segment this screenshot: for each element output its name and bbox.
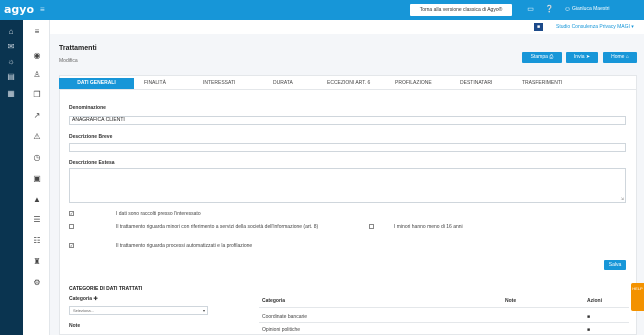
table-row-categoria: Opinioni politiche <box>262 327 301 333</box>
checkbox-minori-label: Il trattamento riguarda minori con rifer… <box>116 224 319 230</box>
denominazione-label: Denominazione <box>69 105 106 111</box>
categorie-section-title: CATEGORIE DI DATI TRATTATI <box>69 286 143 292</box>
help-tab[interactable]: HELP <box>631 283 644 311</box>
delete-icon[interactable]: ■ <box>587 314 590 320</box>
tab-bar: DATI GENERALI FINALITÀ INTERESSATI DURAT… <box>59 78 637 89</box>
checkbox-raccolti[interactable]: ✓ <box>69 211 74 216</box>
clock-icon[interactable]: ◷ <box>31 153 43 163</box>
top-bar: agyo ≡ Torna alla versione classica di A… <box>0 0 644 20</box>
apps-icon[interactable]: ▦ <box>5 89 17 99</box>
user-icon[interactable]: ☺ <box>563 5 572 14</box>
content-card <box>59 75 637 335</box>
tab-divider <box>59 89 637 90</box>
home-button[interactable]: Home ⌂ <box>603 52 637 63</box>
categoria-label-text: Categoria <box>69 296 93 302</box>
calendar-icon[interactable]: ▣ <box>31 174 43 184</box>
table-header-divider <box>259 307 629 308</box>
send-icon: ➤ <box>585 54 591 60</box>
checkbox-profilazione[interactable]: ✓ <box>69 243 74 248</box>
tab-trasferimenti[interactable]: TRASFERIMENTI <box>522 78 562 89</box>
person-icon[interactable]: ♙ <box>31 70 43 80</box>
stampa-label: Stampa <box>530 54 548 60</box>
table-header-note: Note <box>505 298 517 304</box>
studio-bar <box>50 20 644 34</box>
report-icon[interactable]: ☷ <box>31 236 43 246</box>
descrizione-estesa-label: Descrizione Estesa <box>69 160 115 166</box>
graduation-icon[interactable]: ♜ <box>31 257 43 267</box>
table-row-divider <box>259 322 629 323</box>
invia-button[interactable]: Invia ➤ <box>566 52 598 63</box>
secondary-sidebar: ≡ ◉ ♙ ❐ ↗ ⚠ ◷ ▣ ▲ ☰ ☷ ♜ ⚙ <box>23 20 50 335</box>
descrizione-estesa-textarea[interactable]: ⇲ <box>69 168 626 203</box>
page-subtitle: Modifica <box>59 58 78 64</box>
table-header-azioni: Azioni <box>587 298 602 304</box>
help-tab-label: HELP <box>632 286 643 291</box>
invoice-icon[interactable]: ▤ <box>5 72 17 82</box>
studio-building-button[interactable]: ■ <box>534 23 543 31</box>
invia-label: Invia <box>573 54 585 60</box>
main-sidebar: ⌂ ✉ ☼ ▤ ▦ <box>0 20 23 335</box>
categoria-label: Categoria ✚ <box>69 296 98 302</box>
categoria-select-value: Seleziona... <box>73 308 94 313</box>
denominazione-input[interactable]: ANAGRAFICA CLIENTI <box>69 116 626 125</box>
tab-destinatari[interactable]: DESTINATARI <box>460 78 492 89</box>
share-icon[interactable]: ↗ <box>31 111 43 121</box>
page-title: Trattamenti <box>59 45 97 52</box>
help-icon[interactable]: ❔ <box>545 5 554 14</box>
tab-interessati[interactable]: INTERESSATI <box>203 78 235 89</box>
descrizione-breve-label: Descrizione Breve <box>69 134 113 140</box>
tab-eccezioni[interactable]: ECCEZIONI ART. 6 <box>327 78 370 89</box>
save-button[interactable]: Salva <box>604 260 626 270</box>
announce-icon[interactable]: ▲ <box>31 195 43 205</box>
home-button-icon: ⌂ <box>625 54 629 60</box>
resize-handle-icon[interactable]: ⇲ <box>621 196 624 201</box>
home-icon[interactable]: ⌂ <box>5 27 17 37</box>
checkbox-sedici-anni[interactable] <box>369 224 374 229</box>
descrizione-breve-input[interactable] <box>69 143 626 152</box>
checkbox-minori[interactable] <box>69 224 74 229</box>
user-name[interactable]: Gianluca Maestri <box>572 6 610 12</box>
chevron-down-icon: ▾ <box>202 308 205 313</box>
warning-icon[interactable]: ⚠ <box>31 132 43 142</box>
tab-finalita[interactable]: FINALITÀ <box>144 78 166 89</box>
home-label: Home <box>611 54 625 60</box>
categoria-select[interactable]: Seleziona... ▾ <box>69 306 208 315</box>
studio-selector[interactable]: Studio Consulenza Privacy MAGI ▾ <box>556 24 634 30</box>
table-row-categoria: Coordinate bancarie <box>262 314 308 320</box>
copy-icon[interactable]: ❐ <box>31 90 43 100</box>
document-icon[interactable]: ▭ <box>526 5 535 14</box>
checkbox-sedici-anni-label: I minori hanno meno di 16 anni <box>394 224 463 230</box>
dashboard-icon[interactable]: ◉ <box>31 51 43 61</box>
table-header-categoria: Categoria <box>262 298 286 304</box>
classic-version-button[interactable]: Torna alla versione classica di Agyo® <box>410 4 512 16</box>
agyo-logo[interactable]: agyo <box>4 3 34 16</box>
menu-toggle-icon[interactable]: ≡ <box>40 5 45 14</box>
globe-icon[interactable]: ☼ <box>5 57 17 67</box>
mail-icon[interactable]: ✉ <box>5 42 17 52</box>
menu-icon[interactable]: ≡ <box>31 27 43 37</box>
note-label: Note <box>69 323 81 329</box>
checkbox-raccolti-label: I dati sono raccolti presso l'interessat… <box>116 211 201 217</box>
tab-durata[interactable]: DURATA <box>273 78 293 89</box>
delete-icon[interactable]: ■ <box>587 327 590 333</box>
tab-dati-generali[interactable]: DATI GENERALI <box>59 78 134 89</box>
settings-icon[interactable]: ⚙ <box>31 278 43 288</box>
stampa-button[interactable]: Stampa ⎙ <box>522 52 562 63</box>
checkbox-profilazione-label: Il trattamento riguarda processi automat… <box>116 243 253 249</box>
tab-profilazione[interactable]: PROFILAZIONE <box>395 78 432 89</box>
doc-list-icon[interactable]: ☰ <box>31 215 43 225</box>
info-icon[interactable]: ✚ <box>93 296 97 302</box>
print-icon: ⎙ <box>549 54 554 60</box>
